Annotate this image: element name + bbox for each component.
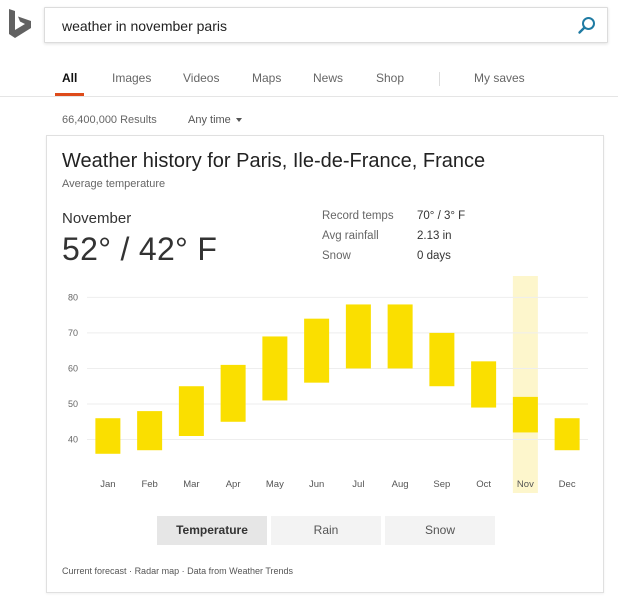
stat-value: 2.13 in (417, 230, 452, 242)
chart-toggle-group: Temperature Rain Snow (157, 516, 495, 545)
temperature-chart: 40 50 60 70 80 Jan Feb Mar Apr May Jun Jul Aug Sep Oct… (68, 276, 588, 493)
temperature-range: 52° / 42° F (62, 231, 218, 267)
tab-my-saves[interactable]: My saves (474, 71, 525, 85)
stat-value: 70° / 3° F (417, 210, 466, 222)
x-tick-label-dec[interactable]: Dec (559, 479, 576, 490)
temp-bar-aug[interactable] (387, 304, 413, 369)
x-tick-label-sep[interactable]: Sep (433, 479, 450, 490)
caret-down-icon (235, 118, 242, 123)
active-tab-indicator (55, 93, 84, 96)
tab-shop[interactable]: Shop (376, 71, 404, 85)
weather-card: Weather history for Paris, Ile-de-France… (46, 135, 604, 593)
tab-all[interactable]: All (62, 71, 77, 85)
stat-avg-rainfall: Avg rainfall 2.13 in (322, 230, 522, 250)
tab-maps[interactable]: Maps (252, 71, 281, 85)
y-tick-label: 60 (68, 363, 78, 373)
x-tick-label-jan[interactable]: Jan (100, 479, 115, 490)
y-tick-label: 40 (68, 435, 78, 445)
x-tick-label-feb[interactable]: Feb (141, 479, 157, 490)
x-tick-label-apr[interactable]: Apr (226, 479, 241, 490)
x-tick-label-jun[interactable]: Jun (309, 479, 324, 490)
time-filter-label: Any time (188, 114, 231, 126)
selected-month-highlight (512, 276, 538, 493)
stat-record-temps: Record temps 70° / 3° F (322, 210, 522, 230)
stat-snow: Snow 0 days (322, 250, 522, 270)
time-filter-dropdown[interactable]: Any time (188, 114, 242, 126)
weather-stats: Record temps 70° / 3° F Avg rainfall 2.1… (322, 210, 522, 270)
toggle-temperature[interactable]: Temperature (157, 516, 267, 545)
footer-separator: · (181, 566, 185, 576)
tab-images[interactable]: Images (112, 71, 151, 85)
x-tick-label-aug[interactable]: Aug (392, 479, 409, 490)
weather-subtitle: Average temperature (62, 178, 166, 190)
stat-label: Avg rainfall (322, 230, 379, 242)
tab-divider (439, 72, 440, 86)
temp-bar-sep[interactable] (429, 332, 455, 387)
tab-news[interactable]: News (313, 71, 343, 85)
stat-label: Record temps (322, 210, 394, 222)
current-forecast-link[interactable]: Current forecast (62, 566, 127, 576)
temp-bar-dec[interactable] (554, 418, 580, 451)
weather-title[interactable]: Weather history for Paris, Ile-de-France… (62, 150, 485, 173)
stat-label: Snow (322, 250, 351, 262)
temp-bar-jan[interactable] (95, 418, 121, 454)
data-source-link[interactable]: Data from Weather Trends (187, 566, 293, 576)
toggle-snow[interactable]: Snow (385, 516, 495, 545)
y-tick-label: 50 (68, 399, 78, 409)
bing-logo[interactable] (6, 8, 34, 40)
temp-bar-nov[interactable] (512, 396, 538, 433)
search-input[interactable] (62, 16, 562, 36)
x-tick-label-nov[interactable]: Nov (517, 479, 534, 490)
radar-map-link[interactable]: Radar map (135, 566, 180, 576)
temp-bar-jul[interactable] (345, 304, 371, 369)
weather-footer: Current forecast · Radar map · Data from… (62, 566, 293, 576)
temp-bar-mar[interactable] (178, 386, 204, 436)
x-tick-label-oct[interactable]: Oct (476, 479, 491, 490)
tab-videos[interactable]: Videos (183, 71, 219, 85)
temp-bar-feb[interactable] (137, 411, 163, 451)
x-tick-label-may[interactable]: May (266, 479, 284, 490)
y-tick-label: 70 (68, 328, 78, 338)
search-icon[interactable] (577, 16, 597, 36)
nav-tabs: All Images Videos Maps News Shop My save… (0, 60, 618, 97)
results-count: 66,400,000 Results (62, 114, 157, 126)
search-box (44, 7, 608, 43)
temp-bar-apr[interactable] (220, 364, 246, 422)
temp-bar-may[interactable] (262, 336, 288, 401)
footer-separator: · (129, 566, 133, 576)
temp-bar-jun[interactable] (304, 318, 330, 383)
toggle-rain[interactable]: Rain (271, 516, 381, 545)
stat-value: 0 days (417, 250, 451, 262)
x-tick-label-mar[interactable]: Mar (183, 479, 199, 490)
selected-month: November (62, 210, 132, 227)
x-tick-label-jul[interactable]: Jul (352, 479, 364, 490)
y-tick-label: 80 (68, 292, 78, 302)
temp-bar-oct[interactable] (471, 361, 497, 408)
